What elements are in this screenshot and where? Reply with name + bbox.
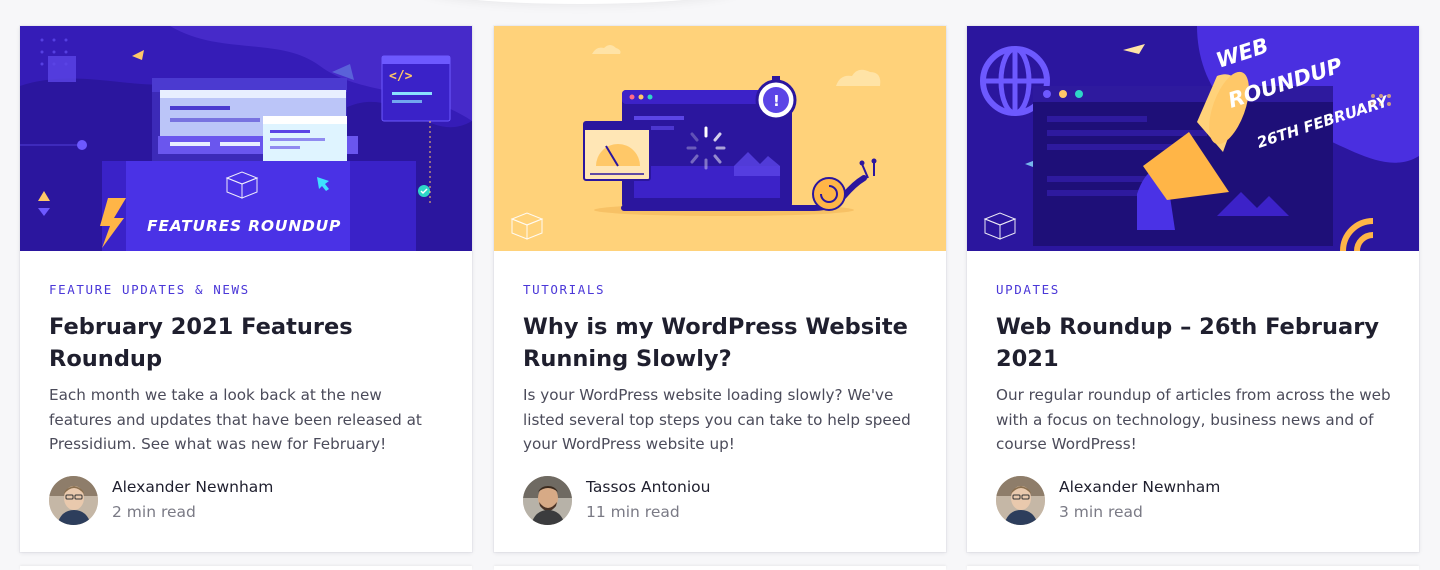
author-avatar[interactable] bbox=[49, 476, 98, 525]
post-author: Alexander Newnham 3 min read bbox=[996, 476, 1396, 526]
post-card-web-roundup[interactable]: WEB ROUNDUP 26TH FEBRUARY UPDATES Web Ro… bbox=[967, 26, 1419, 552]
web-roundup-illustration: WEB ROUNDUP 26TH FEBRUARY bbox=[967, 26, 1419, 251]
next-row-card-edge bbox=[967, 566, 1419, 570]
post-image-web-roundup[interactable]: WEB ROUNDUP 26TH FEBRUARY bbox=[967, 26, 1419, 251]
author-name[interactable]: Tassos Antoniou bbox=[586, 478, 710, 496]
slow-website-illustration: ! bbox=[494, 26, 946, 251]
post-excerpt: Our regular roundup of articles from acr… bbox=[996, 386, 1391, 453]
top-edge-shadow bbox=[420, 0, 740, 4]
post-excerpt: Each month we take a look back at the ne… bbox=[49, 386, 422, 453]
post-body: UPDATES Web Roundup – 26th February 2021… bbox=[996, 281, 1396, 457]
code-tag-icon: </> bbox=[389, 69, 413, 84]
post-card-wordpress-slow[interactable]: ! TUTORIALS Why is my WordPress Website … bbox=[494, 26, 946, 552]
post-body: TUTORIALS Why is my WordPress Website Ru… bbox=[523, 281, 923, 457]
alert-icon: ! bbox=[773, 92, 780, 110]
author-name[interactable]: Alexander Newnham bbox=[1059, 478, 1220, 496]
read-time: 11 min read bbox=[586, 503, 680, 521]
read-time: 2 min read bbox=[112, 503, 196, 521]
author-avatar[interactable] bbox=[523, 476, 572, 525]
post-title[interactable]: February 2021 Features Roundup bbox=[49, 311, 449, 375]
post-title[interactable]: Web Roundup – 26th February 2021 bbox=[996, 311, 1396, 375]
post-category[interactable]: FEATURE UPDATES & NEWS bbox=[49, 281, 449, 299]
features-roundup-illustration: FEATURES ROUNDUP </> bbox=[20, 26, 472, 251]
post-image-features-roundup[interactable]: FEATURES ROUNDUP </> bbox=[20, 26, 472, 251]
read-time: 3 min read bbox=[1059, 503, 1143, 521]
author-name[interactable]: Alexander Newnham bbox=[112, 478, 273, 496]
post-image-wordpress-slow[interactable]: ! bbox=[494, 26, 946, 251]
next-row-card-edge bbox=[20, 566, 472, 570]
post-author: Alexander Newnham 2 min read bbox=[49, 476, 449, 526]
blog-post-grid: FEATURES ROUNDUP </> FEATURE UPDATES & N… bbox=[20, 26, 1420, 554]
post-author: Tassos Antoniou 11 min read bbox=[523, 476, 923, 526]
next-row-card-edge bbox=[494, 566, 946, 570]
post-category[interactable]: UPDATES bbox=[996, 281, 1396, 299]
post-title[interactable]: Why is my WordPress Website Running Slow… bbox=[523, 311, 923, 375]
post-category[interactable]: TUTORIALS bbox=[523, 281, 923, 299]
post-card-features-roundup[interactable]: FEATURES ROUNDUP </> FEATURE UPDATES & N… bbox=[20, 26, 472, 552]
features-roundup-image-text: FEATURES ROUNDUP bbox=[147, 217, 341, 235]
post-excerpt: Is your WordPress website loading slowly… bbox=[523, 386, 911, 453]
author-avatar[interactable] bbox=[996, 476, 1045, 525]
post-body: FEATURE UPDATES & NEWS February 2021 Fea… bbox=[49, 281, 449, 457]
